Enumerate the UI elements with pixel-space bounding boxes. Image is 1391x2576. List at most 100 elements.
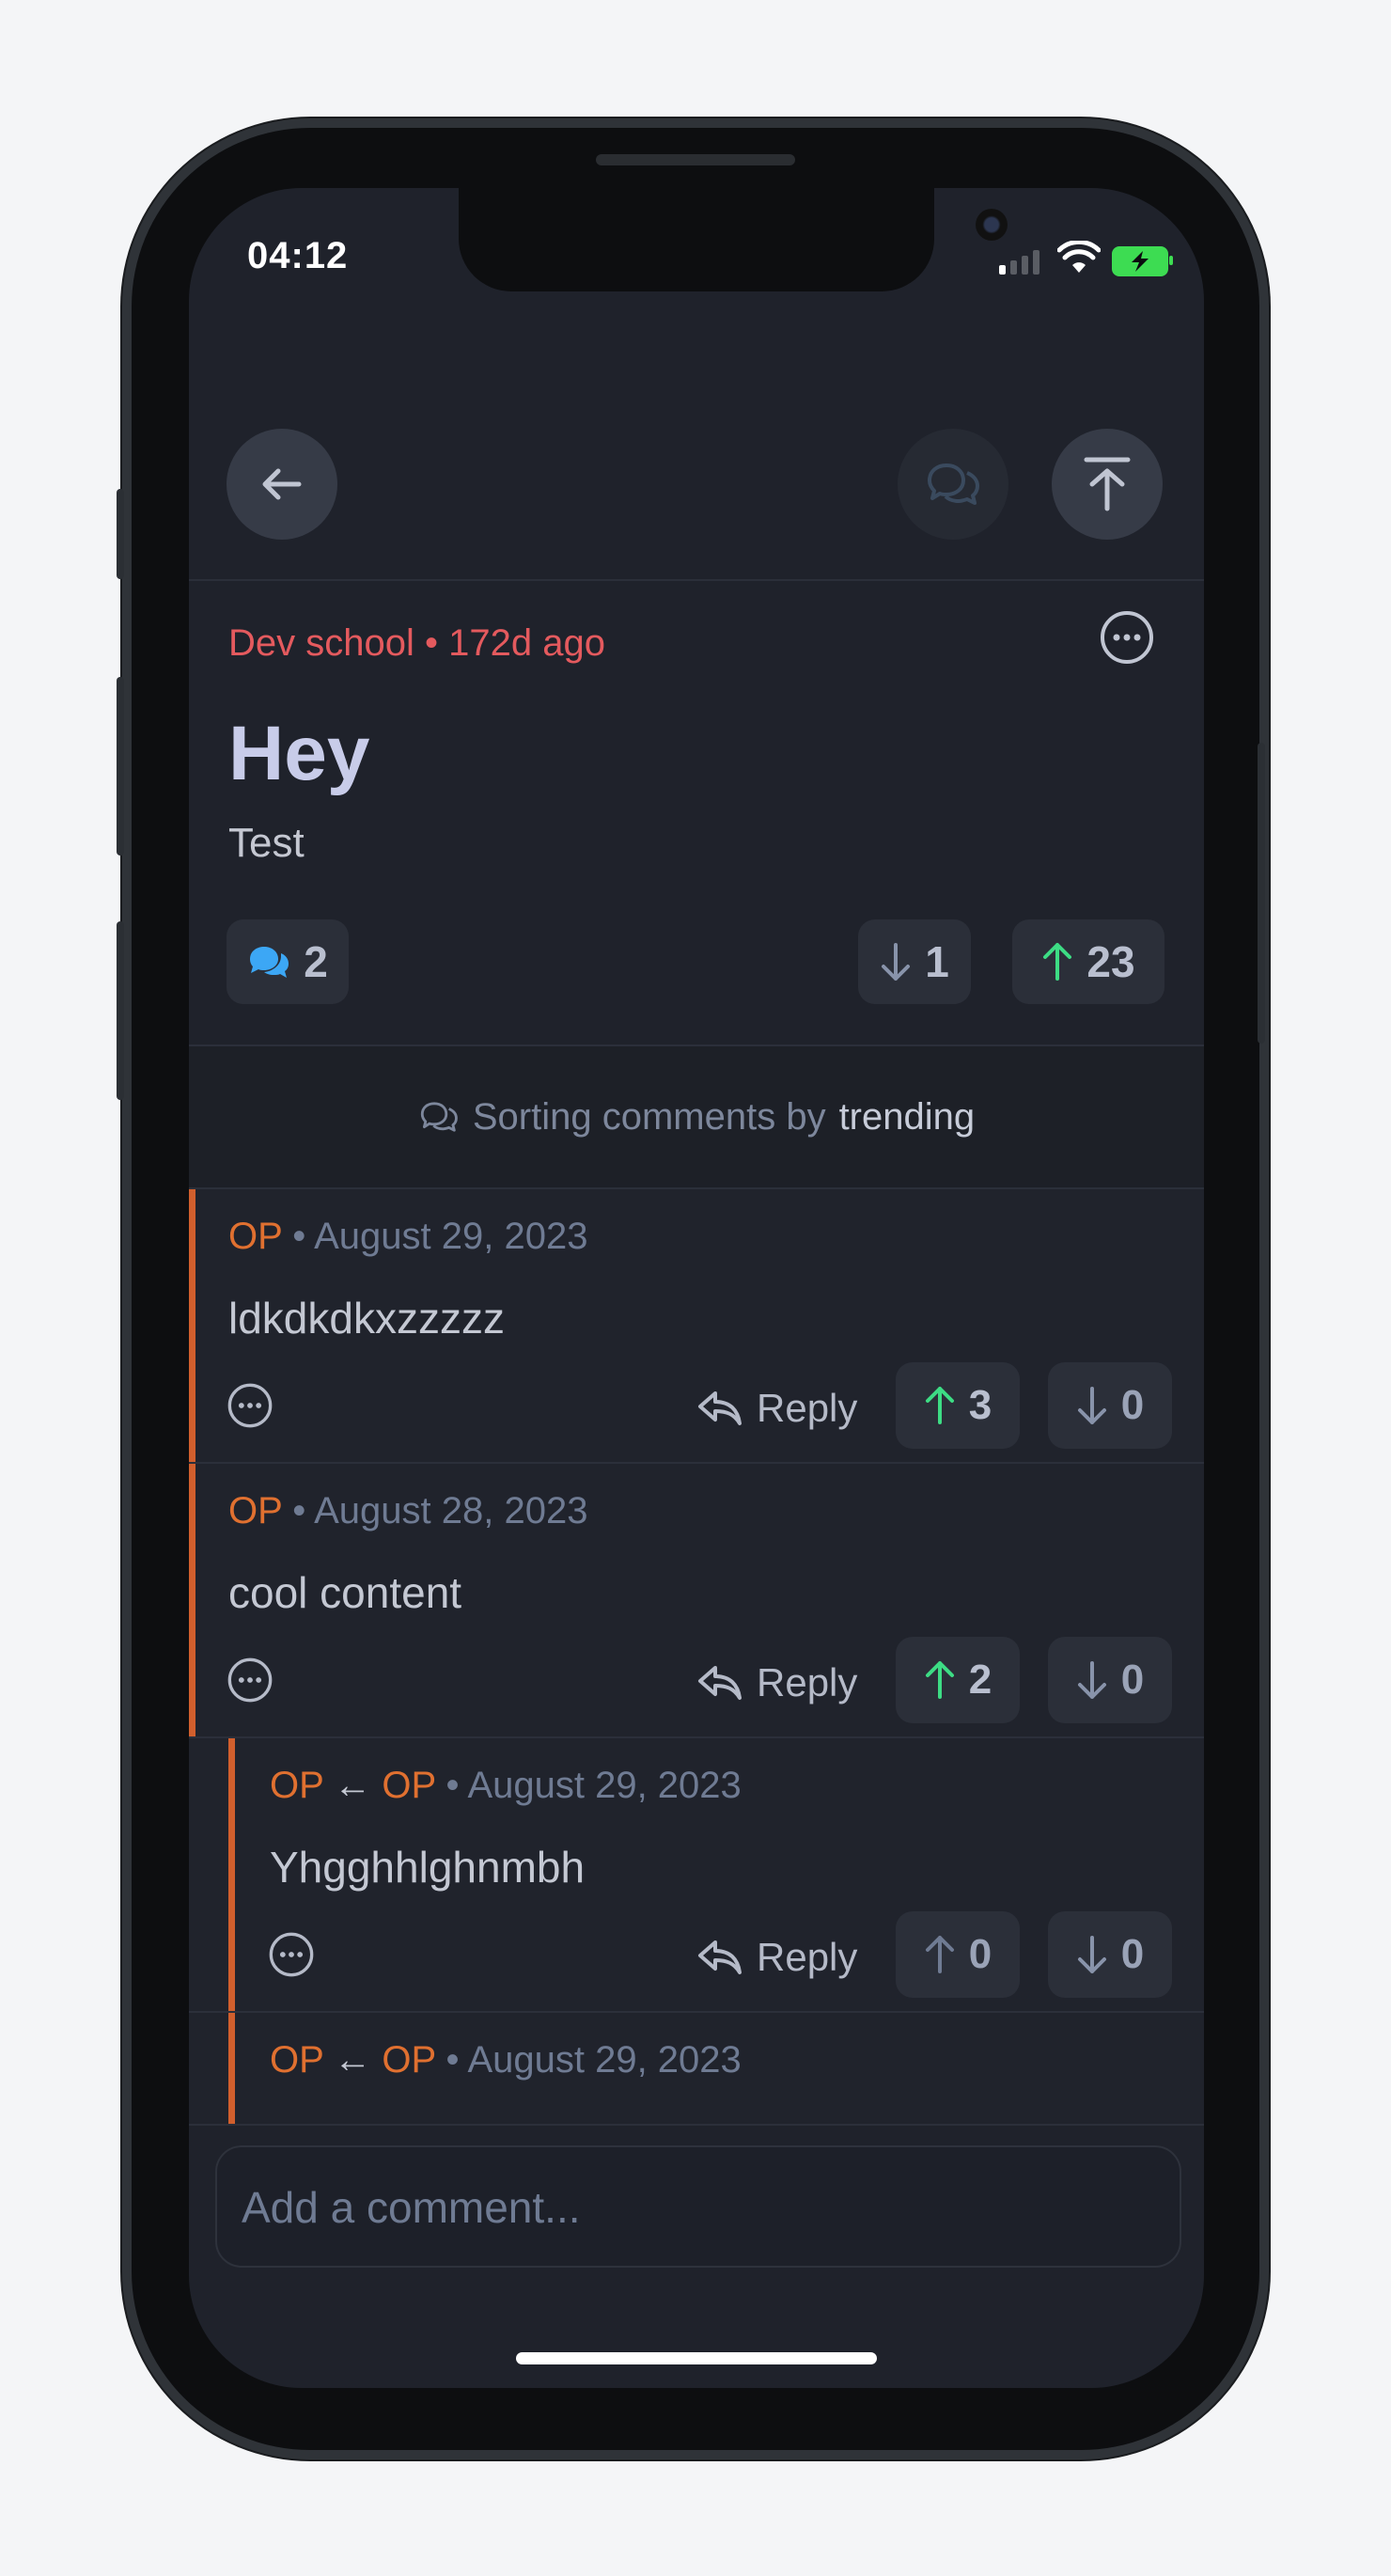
post-title: Hey (228, 711, 370, 796)
sort-label: Sorting comments by (472, 1095, 826, 1138)
more-dots-icon (1101, 611, 1153, 664)
reply-button[interactable]: Reply (696, 1915, 857, 2000)
comment-upvote-button[interactable]: 3 (896, 1362, 1020, 1449)
comment-count-button[interactable]: 2 (227, 919, 349, 1004)
back-button[interactable] (227, 429, 337, 540)
comment-input[interactable] (240, 2147, 1146, 2268)
comment-item: OP • August 29, 2023 ldkdkdkxzzzzz Reply… (189, 1189, 1204, 1462)
wifi-icon (1057, 241, 1101, 273)
notch (459, 188, 1008, 291)
reply-arrow-icon: ← (334, 1765, 383, 1806)
upvote-arrow-icon (1043, 943, 1072, 981)
comment-count: 2 (304, 937, 328, 986)
power-button (1258, 743, 1265, 1044)
comment-downvote-count: 0 (1120, 1931, 1145, 1977)
volume-up-button (117, 677, 124, 856)
comment-date: August 29, 2023 (467, 2039, 742, 2081)
thread-line (189, 1464, 195, 1736)
comment-item-nested: OP ← OP • August 29, 2023 (189, 2013, 1204, 2124)
comment-author[interactable]: OP (270, 2039, 323, 2081)
comments-filled-icon (250, 947, 289, 978)
scroll-to-top-button[interactable] (1052, 429, 1163, 540)
reply-label: Reply (757, 1660, 858, 1704)
comment-meta: OP • August 28, 2023 (228, 1490, 588, 1531)
comment-item: OP • August 28, 2023 cool content Reply … (189, 1464, 1204, 1736)
battery-icon (1112, 246, 1173, 276)
scroll-to-top-icon (1084, 457, 1131, 511)
comment-text: ldkdkdkxzzzzz (228, 1294, 505, 1343)
comment-upvote-button[interactable]: 2 (896, 1637, 1020, 1723)
comment-downvote-count: 0 (1120, 1657, 1145, 1703)
post-age: 172d ago (448, 622, 605, 664)
meta-separator: • (425, 622, 449, 664)
comment-upvote-count: 2 (968, 1657, 992, 1703)
comment-upvote-count: 3 (968, 1382, 992, 1428)
comment-text: Yhgghhlghnmbh (270, 1843, 586, 1892)
comment-date: August 28, 2023 (314, 1490, 588, 1531)
reply-arrow-icon: ← (334, 2039, 383, 2081)
comment-downvote-button[interactable]: 0 (1048, 1362, 1172, 1449)
comments-button[interactable] (898, 429, 1008, 540)
reply-button[interactable]: Reply (696, 1366, 857, 1451)
front-camera (976, 209, 1008, 241)
upvote-arrow-icon (925, 1661, 954, 1699)
downvote-arrow-icon (882, 943, 911, 981)
comment-downvote-button[interactable]: 0 (1048, 1637, 1172, 1723)
back-arrow-icon (262, 468, 302, 500)
status-time: 04:12 (247, 235, 349, 276)
reply-icon (698, 1940, 742, 1974)
comment-upvote-count: 0 (968, 1931, 992, 1977)
post-upvote-button[interactable]: 23 (1012, 919, 1164, 1004)
comment-author[interactable]: OP (228, 1216, 282, 1257)
comment-more-button[interactable] (268, 1931, 315, 1978)
downvote-arrow-icon (1077, 1661, 1106, 1699)
home-indicator[interactable] (516, 2352, 877, 2364)
comment-item-nested: OP ← OP • August 29, 2023 Yhgghhlghnmbh … (189, 1738, 1204, 2011)
upvote-arrow-icon (925, 1387, 954, 1424)
thread-line (228, 1738, 235, 2011)
reply-label: Reply (757, 1386, 858, 1430)
community-link[interactable]: Dev school (228, 622, 414, 664)
upvote-arrow-icon (925, 1936, 954, 1973)
chat-bubbles-icon (420, 1102, 458, 1132)
reply-button[interactable]: Reply (696, 1641, 857, 1725)
post-downvote-count: 1 (925, 937, 949, 986)
comment-meta: OP ← OP • August 29, 2023 (270, 1765, 742, 1806)
cellular-signal-icon (999, 250, 1044, 275)
sort-mode[interactable]: trending (839, 1096, 976, 1139)
comment-meta: OP ← OP • August 29, 2023 (270, 2039, 742, 2081)
volume-down-button (117, 921, 124, 1100)
composer-divider (189, 2124, 1204, 2126)
sort-bar[interactable]: Sorting comments by trending (189, 1046, 1204, 1187)
post-meta: Dev school • 172d ago (228, 622, 605, 665)
comment-author[interactable]: OP (270, 1765, 323, 1806)
earpiece-speaker (596, 154, 795, 165)
downvote-arrow-icon (1077, 1387, 1106, 1424)
mute-switch (117, 489, 124, 579)
comment-author[interactable]: OP (228, 1490, 282, 1531)
reply-label: Reply (757, 1935, 858, 1979)
comment-more-button[interactable] (227, 1657, 274, 1704)
app-screen: 04:12 Dev school • 172d ago Hey Test 2 1… (189, 188, 1204, 2388)
comment-date: August 29, 2023 (467, 1765, 742, 1806)
post-body: Test (228, 820, 305, 866)
thread-line (228, 2013, 235, 2124)
post-downvote-button[interactable]: 1 (858, 919, 971, 1004)
comment-reply-to[interactable]: OP (382, 2039, 435, 2081)
reply-icon (698, 1666, 742, 1700)
post-more-button[interactable] (1099, 609, 1155, 666)
thread-line (189, 1189, 195, 1462)
comment-downvote-button[interactable]: 0 (1048, 1911, 1172, 1998)
comment-date: August 29, 2023 (314, 1216, 588, 1257)
comment-composer (215, 2145, 1181, 2268)
comment-downvote-count: 0 (1120, 1382, 1145, 1428)
post-upvote-count: 23 (1086, 937, 1135, 986)
chat-bubbles-icon (928, 463, 979, 505)
comment-meta: OP • August 29, 2023 (228, 1216, 588, 1257)
reply-icon (698, 1391, 742, 1425)
downvote-arrow-icon (1077, 1936, 1106, 1973)
comment-more-button[interactable] (227, 1382, 274, 1429)
comment-reply-to[interactable]: OP (382, 1765, 435, 1806)
comment-text: cool content (228, 1568, 462, 1617)
comment-upvote-button[interactable]: 0 (896, 1911, 1020, 1998)
